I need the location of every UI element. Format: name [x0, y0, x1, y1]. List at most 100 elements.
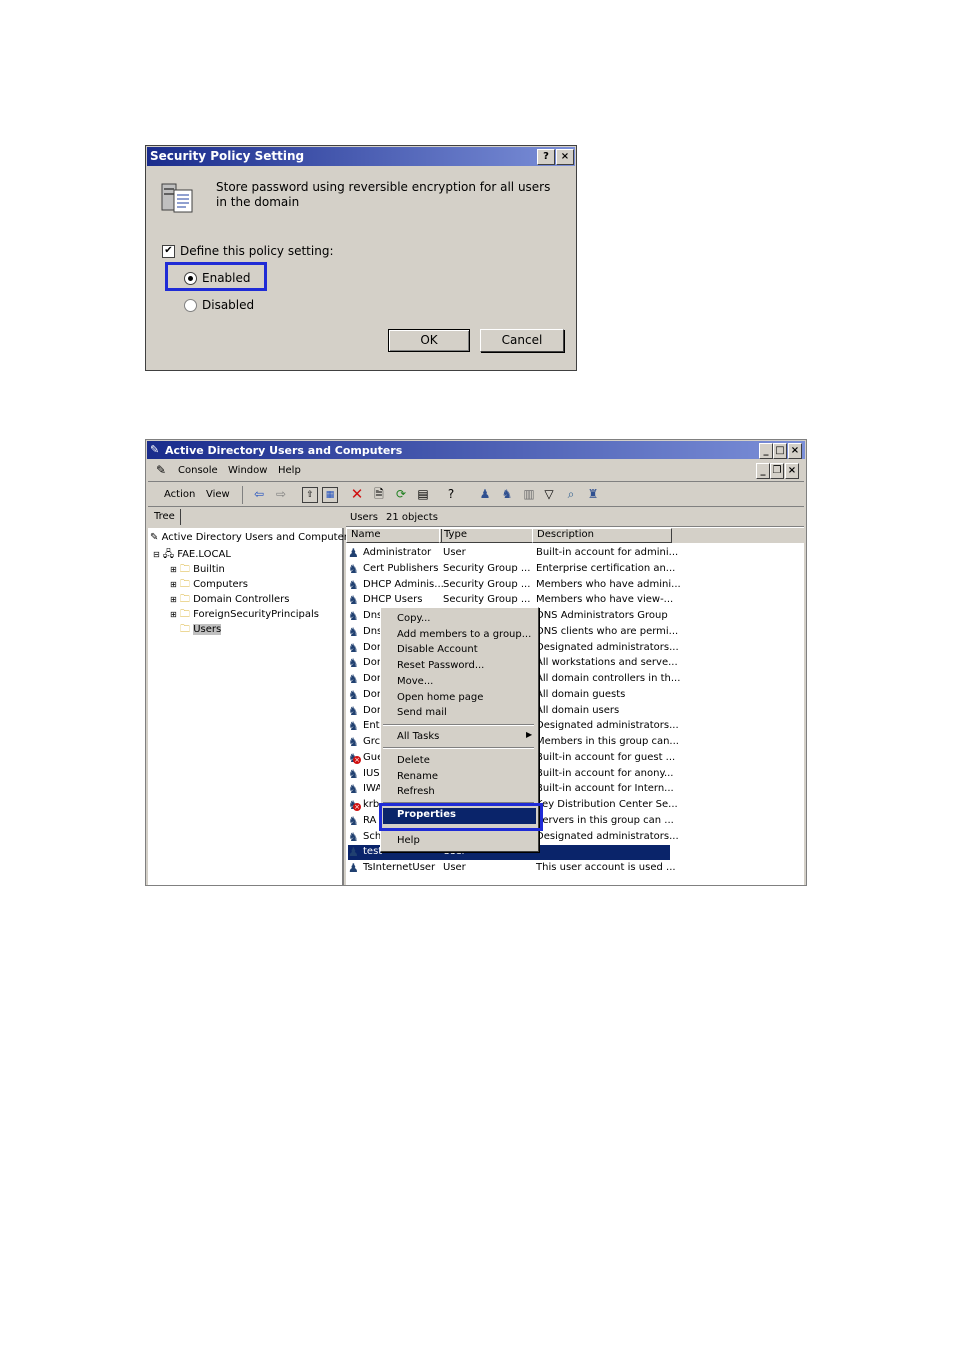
help-toolbar-icon[interactable]: ? [444, 487, 458, 501]
column-header-description[interactable]: Description [532, 528, 672, 543]
help-button[interactable]: ? [537, 149, 555, 165]
list-pane: Users 21 objects Name Type Description ♟… [346, 509, 804, 885]
context-menu-item[interactable]: Rename [397, 771, 438, 782]
context-menu-item[interactable]: Move... [397, 676, 433, 687]
group-icon: ♞ [348, 593, 359, 608]
row-type: Security Group ... [443, 578, 531, 590]
context-menu-item[interactable]: Send mail [397, 707, 447, 718]
column-description-label: Description [537, 529, 594, 540]
folder-icon: 🗀 [179, 564, 190, 575]
maximize-button[interactable]: □ [773, 443, 787, 459]
cancel-button[interactable]: Cancel [480, 329, 564, 352]
disabled-label: Disabled [202, 298, 255, 312]
folder-icon: 🗀 [179, 579, 190, 590]
aduc-title: Active Directory Users and Computers [165, 444, 403, 457]
table-row[interactable]: ♞ DHCP Users Security Group ... Members who… [348, 593, 673, 608]
row-name: TsInternetUser [363, 862, 436, 873]
menu-console[interactable]: Console [178, 465, 218, 476]
object-count: 21 objects [386, 512, 438, 523]
child-minimize-button[interactable]: _ [756, 463, 770, 479]
tree-item[interactable]: 🗀 Users [170, 622, 222, 639]
filter-icon[interactable]: ▽ [542, 487, 556, 501]
new-user-icon[interactable]: ♟ [478, 487, 492, 501]
context-menu-item[interactable]: Add members to a group... [397, 629, 531, 640]
expand-icon[interactable]: ⊞ [170, 595, 177, 604]
container-name: Users [350, 512, 379, 523]
tree-domain-label: FAE.LOCAL [177, 549, 231, 560]
menu-help[interactable]: Help [397, 835, 420, 846]
table-row[interactable]: ♞ Cert Publishers Security Group ... Enterp… [348, 562, 675, 577]
export-list-icon[interactable]: ▤ [416, 487, 430, 501]
minimize-button[interactable]: _ [759, 443, 773, 459]
up-folder-icon[interactable]: ⇧ [302, 487, 318, 503]
aduc-root-icon: ✎ [150, 532, 159, 543]
context-menu-item[interactable]: Refresh [397, 786, 435, 797]
ok-button[interactable]: OK [388, 329, 470, 352]
policy-description: Store password using reversible encrypti… [216, 180, 551, 209]
list-info-bar: Users 21 objects [346, 509, 804, 527]
submenu-arrow-icon: ▶ [526, 730, 533, 739]
properties-icon[interactable]: 🗎 [372, 487, 386, 501]
group-icon: ♞ [348, 703, 359, 718]
context-menu-item[interactable]: Open home page [397, 692, 483, 703]
enabled-radio[interactable] [184, 272, 197, 285]
row-name: Administrator [363, 547, 432, 558]
table-row[interactable]: ♞ DHCP Adminis... Security Group ... Member… [348, 578, 681, 593]
add-to-group-icon[interactable]: ♜ [586, 487, 600, 501]
context-menu-item[interactable]: Disable Account [397, 644, 478, 655]
refresh-icon[interactable]: ⟳ [394, 487, 408, 501]
column-header-type[interactable]: Type [439, 528, 533, 543]
close-button[interactable]: × [556, 149, 574, 165]
window-close-button[interactable]: × [788, 443, 802, 459]
row-description: Servers in this group can ... [536, 814, 674, 826]
back-arrow-icon[interactable]: ⇦ [252, 487, 266, 501]
group-icon: ♞ [348, 719, 359, 734]
column-header-name[interactable]: Name [346, 528, 442, 543]
show-tree-icon[interactable]: ▦ [322, 487, 338, 503]
menu-action[interactable]: Action [164, 489, 195, 500]
table-row[interactable]: ♟ Administrator User Built-in account for a… [348, 546, 678, 561]
menu-view[interactable]: View [206, 489, 230, 500]
row-description: This user account is used ... [536, 862, 676, 873]
expand-icon[interactable]: ⊞ [170, 610, 177, 619]
define-policy-checkbox[interactable]: ✔ [162, 245, 175, 258]
tree-item-label: Domain Controllers [193, 594, 290, 605]
new-group-icon[interactable]: ♞ [500, 487, 514, 501]
table-row[interactable]: ♟ TsInternetUser User This user account is … [348, 861, 676, 876]
collapse-icon[interactable]: ⊟ [153, 550, 160, 559]
menu-all-tasks[interactable]: All Tasks [397, 731, 439, 742]
user-icon: ♟ [348, 546, 359, 560]
column-type-label: Type [444, 529, 467, 540]
group-icon: ♞ [348, 687, 359, 702]
row-name: IUS [363, 767, 380, 779]
console-icon: ✎ [156, 463, 167, 477]
row-name: RA [363, 814, 377, 826]
expand-icon[interactable]: ⊞ [170, 565, 177, 574]
row-type: User [443, 547, 466, 558]
delete-icon[interactable]: ✕ [350, 487, 364, 502]
action-toolbar: Action View ⇦ ⇨ ⇧ ▦ ✕ 🗎 ⟳ ▤ ? ♟ ♞ ▥ ▽ ⌕ … [148, 484, 804, 507]
context-menu-item[interactable]: Copy... [397, 613, 430, 624]
row-name: DHCP Users [363, 594, 423, 606]
menu-window[interactable]: Window [228, 465, 267, 476]
toolbar-separator [242, 486, 243, 504]
row-name: krb [363, 799, 380, 810]
enabled-label: Enabled [202, 271, 251, 285]
child-close-button[interactable]: × [785, 463, 799, 479]
expand-icon[interactable]: ⊞ [170, 580, 177, 589]
find-icon[interactable]: ⌕ [564, 487, 578, 501]
forward-arrow-icon[interactable]: ⇨ [274, 487, 288, 501]
group-icon: ♞ [348, 609, 359, 623]
tree-root[interactable]: ✎ Active Directory Users and Computers [150, 532, 353, 543]
tree-tab[interactable]: Tree [150, 509, 181, 525]
row-type: Security Group ... [443, 562, 531, 574]
security-policy-dialog: Security Policy Setting ? × Store passwo… [145, 145, 577, 371]
context-menu-item[interactable]: Delete [397, 755, 430, 766]
disabled-radio[interactable] [184, 299, 197, 312]
menu-help[interactable]: Help [278, 465, 301, 476]
new-ou-icon[interactable]: ▥ [522, 487, 536, 501]
context-menu-item[interactable]: Reset Password... [397, 660, 484, 671]
row-name: Grc [363, 736, 381, 747]
group-icon: ♞ [348, 782, 359, 797]
child-restore-button[interactable]: ❐ [770, 463, 784, 479]
